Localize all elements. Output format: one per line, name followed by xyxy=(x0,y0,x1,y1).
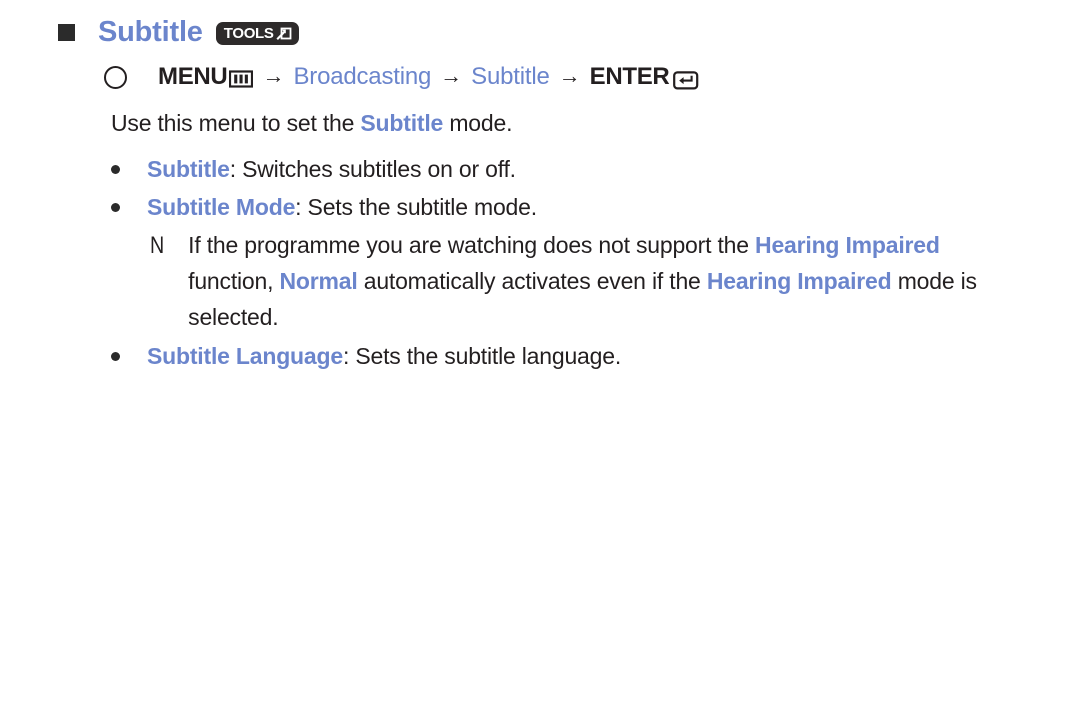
list-item-description: : Switches subtitles on or off. xyxy=(229,156,516,182)
bullet-dot-icon xyxy=(111,352,120,361)
intro-part-2: mode. xyxy=(443,110,513,136)
list-item-description: : Sets the subtitle mode. xyxy=(295,194,537,220)
note-highlight-1: Hearing Impaired xyxy=(755,232,940,258)
path-arrow-2: → xyxy=(440,63,463,88)
tools-badge-label: TOOLS xyxy=(223,24,274,42)
enter-return-icon xyxy=(673,70,699,90)
note-text: If the programme you are watching does n… xyxy=(188,227,986,335)
list-item-text: Subtitle: Switches subtitles on or off. xyxy=(147,150,516,188)
note-marker: N xyxy=(150,232,165,259)
manual-page: Subtitle TOOLS MENU → Broadcasting → Sub… xyxy=(0,0,1080,705)
list-item-description: : Sets the subtitle language. xyxy=(342,343,622,369)
menu-button-label: MENU xyxy=(158,63,228,90)
circle-outline-icon xyxy=(104,65,127,89)
page-title-row: Subtitle TOOLS xyxy=(58,12,299,52)
intro-part-1: Use this menu to set the xyxy=(111,110,361,136)
list-item-text: Subtitle Language: Sets the subtitle lan… xyxy=(147,337,621,375)
path-item-subtitle: Subtitle xyxy=(471,63,550,90)
path-arrow-3: → xyxy=(558,63,581,88)
menu-grid-icon xyxy=(229,70,254,88)
enter-button-label: ENTER xyxy=(589,63,670,90)
bullet-dot-icon xyxy=(111,203,120,212)
page-title: Subtitle xyxy=(98,15,203,48)
note-segment-1: If the programme you are watching does n… xyxy=(188,232,756,258)
square-bullet-icon xyxy=(58,23,75,41)
bullet-dot-icon xyxy=(111,165,120,174)
note-segment-2: function, xyxy=(188,268,280,294)
note-highlight-3: Hearing Impaired xyxy=(706,268,892,294)
bullet-list: Subtitle: Switches subtitles on or off. … xyxy=(111,150,1031,375)
menu-path: MENU → Broadcasting → Subtitle → ENTER xyxy=(104,60,699,94)
path-arrow-1: → xyxy=(262,63,285,88)
intro-highlight: Subtitle xyxy=(360,110,444,136)
list-item-term: Subtitle xyxy=(147,156,230,182)
tools-arrow-icon xyxy=(276,26,292,41)
list-item: Subtitle: Switches subtitles on or off. xyxy=(111,150,1031,188)
list-item: Subtitle Mode: Sets the subtitle mode. xyxy=(111,188,1031,226)
list-item: Subtitle Language: Sets the subtitle lan… xyxy=(111,337,1031,375)
note-highlight-2: Normal xyxy=(279,268,358,294)
list-item-term: Subtitle Language xyxy=(147,343,343,369)
intro-text: Use this menu to set the Subtitle mode. xyxy=(111,109,512,139)
path-item-broadcasting: Broadcasting xyxy=(293,63,432,90)
note-block: N If the programme you are watching does… xyxy=(150,227,1031,335)
list-item-term: Subtitle Mode xyxy=(147,194,296,220)
note-segment-3: automatically activates even if the xyxy=(357,268,707,294)
tools-badge[interactable]: TOOLS xyxy=(215,21,299,45)
list-item-text: Subtitle Mode: Sets the subtitle mode. xyxy=(147,188,537,226)
